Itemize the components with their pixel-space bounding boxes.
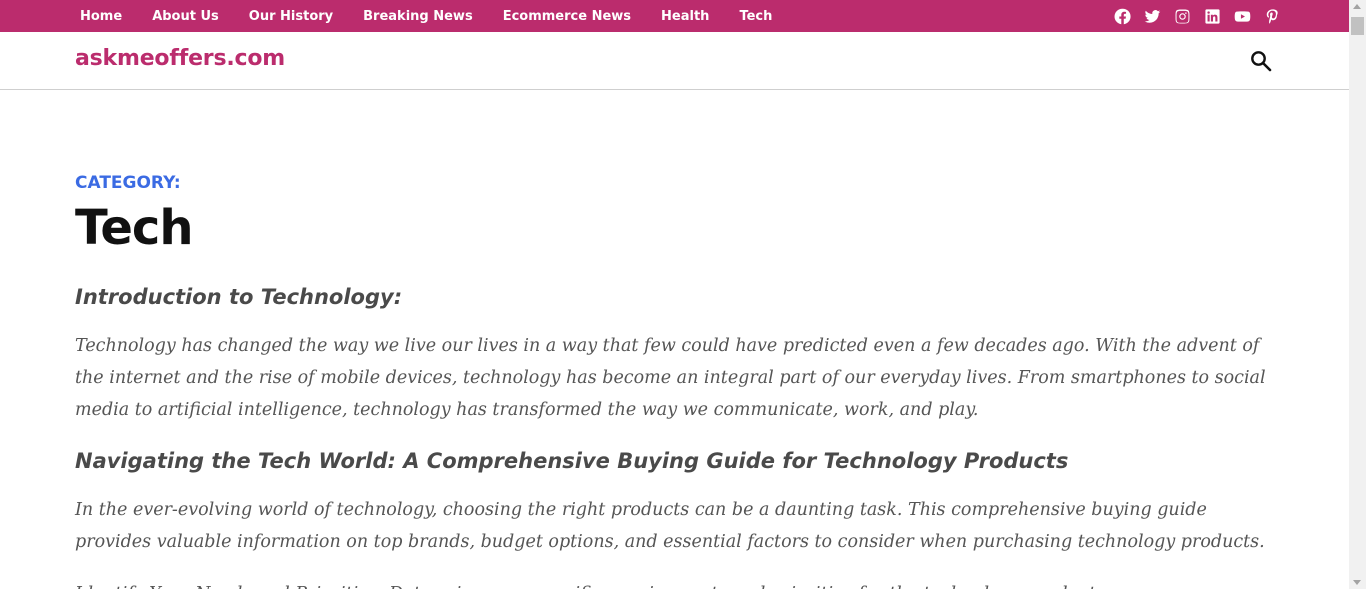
scroll-thumb[interactable] xyxy=(1351,17,1364,35)
search-icon xyxy=(1251,51,1272,72)
social-links xyxy=(1113,0,1281,32)
site-title-link[interactable]: askmeoffers.com xyxy=(75,46,285,71)
nav-home[interactable]: Home xyxy=(65,9,137,24)
page-title: Tech xyxy=(75,200,194,256)
scroll-down-arrow-icon[interactable] xyxy=(1353,580,1361,585)
nav-breaking-news[interactable]: Breaking News xyxy=(348,9,488,24)
nav-about-us[interactable]: About Us xyxy=(137,9,234,24)
top-nav-bar: Home About Us Our History Breaking News … xyxy=(0,0,1349,32)
intro-heading: Introduction to Technology: xyxy=(75,285,403,309)
site-header: askmeoffers.com xyxy=(0,32,1349,90)
intro-paragraph: Technology has changed the way we live o… xyxy=(75,336,1266,420)
buying-guide-heading: Navigating the Tech World: A Comprehensi… xyxy=(75,449,1069,473)
nav-health[interactable]: Health xyxy=(646,9,724,24)
buying-guide-paragraph: In the ever-evolving world of technology… xyxy=(75,500,1265,552)
vertical-scrollbar[interactable] xyxy=(1349,0,1366,589)
archive-content: Category: Tech Introduction to Technolog… xyxy=(75,170,1285,589)
primary-menu: Home About Us Our History Breaking News … xyxy=(65,0,787,32)
nav-tech[interactable]: Tech xyxy=(724,9,787,24)
twitter-icon[interactable] xyxy=(1143,7,1161,25)
instagram-icon[interactable] xyxy=(1173,7,1191,25)
nav-ecommerce-news[interactable]: Ecommerce News xyxy=(488,9,646,24)
pinterest-icon[interactable] xyxy=(1263,7,1281,25)
linkedin-icon[interactable] xyxy=(1203,7,1221,25)
youtube-icon[interactable] xyxy=(1233,7,1251,25)
facebook-icon[interactable] xyxy=(1113,7,1131,25)
search-button[interactable] xyxy=(1249,49,1273,73)
category-label: Category: xyxy=(75,173,181,193)
nav-our-history[interactable]: Our History xyxy=(234,9,348,24)
partial-list-item: Identify Your Needs and Priorities: Dete… xyxy=(75,578,1096,589)
scroll-up-arrow-icon[interactable] xyxy=(1353,4,1361,9)
